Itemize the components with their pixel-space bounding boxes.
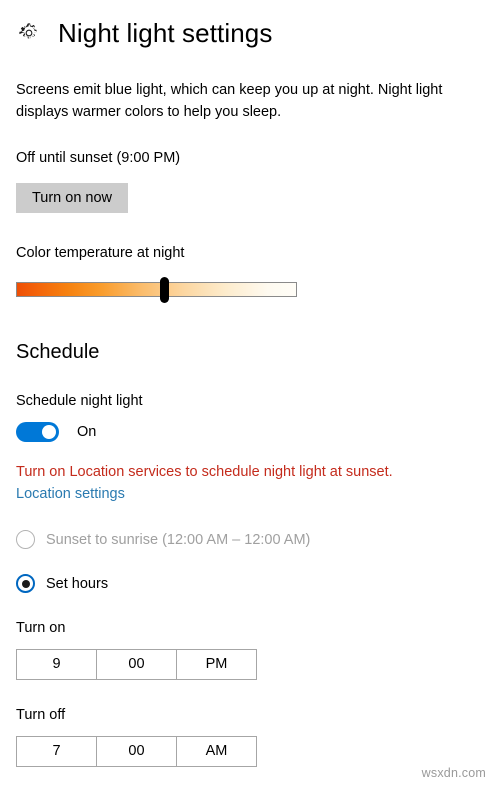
turn-on-minute-field[interactable]: 00 <box>96 649 177 680</box>
slider-thumb[interactable] <box>160 277 169 303</box>
radio-dot <box>21 579 30 588</box>
schedule-night-light-toggle[interactable] <box>16 422 59 442</box>
turn-on-label: Turn on <box>16 620 66 636</box>
color-temperature-slider[interactable] <box>16 277 297 303</box>
location-settings-link[interactable]: Location settings <box>16 484 125 504</box>
location-warning-text: Turn on Location services to schedule ni… <box>16 464 393 480</box>
night-light-settings-page: Night light settings Screens emit blue l… <box>0 0 500 790</box>
turn-off-time-picker: 7 00 AM <box>16 736 257 767</box>
turn-on-now-button[interactable]: Turn on now <box>16 183 128 213</box>
watermark: wsxdn.com <box>421 766 486 780</box>
description-text: Screens emit blue light, which can keep … <box>16 82 443 120</box>
radio-option-set-hours[interactable]: Set hours <box>16 574 484 593</box>
toggle-knob <box>42 425 56 439</box>
gear-icon <box>19 23 37 39</box>
radio-label-sunset-to-sunrise: Sunset to sunrise (12:00 AM – 12:00 AM) <box>46 531 311 548</box>
turn-on-meridiem-field[interactable]: PM <box>176 649 257 680</box>
slider-track[interactable] <box>16 282 297 297</box>
radio-circle-selected-icon <box>16 574 35 593</box>
turn-on-hour-field[interactable]: 9 <box>16 649 97 680</box>
color-temperature-label: Color temperature at night <box>16 245 185 261</box>
page-header: Night light settings <box>16 0 484 55</box>
status-text: Off until sunset (9:00 PM) <box>16 150 181 166</box>
radio-option-sunset-to-sunrise[interactable]: Sunset to sunrise (12:00 AM – 12:00 AM) <box>16 530 484 549</box>
page-title: Night light settings <box>58 18 273 48</box>
turn-off-meridiem-field[interactable]: AM <box>176 736 257 767</box>
turn-on-time-picker: 9 00 PM <box>16 649 257 680</box>
schedule-heading: Schedule <box>16 341 100 363</box>
turn-off-minute-field[interactable]: 00 <box>96 736 177 767</box>
schedule-night-light-label: Schedule night light <box>16 393 143 409</box>
radio-circle-unselected-icon <box>16 530 35 549</box>
turn-off-hour-field[interactable]: 7 <box>16 736 97 767</box>
radio-label-set-hours: Set hours <box>46 575 109 592</box>
toggle-state-label: On <box>77 424 97 440</box>
schedule-toggle-row: On <box>16 422 484 442</box>
turn-off-label: Turn off <box>16 707 66 723</box>
